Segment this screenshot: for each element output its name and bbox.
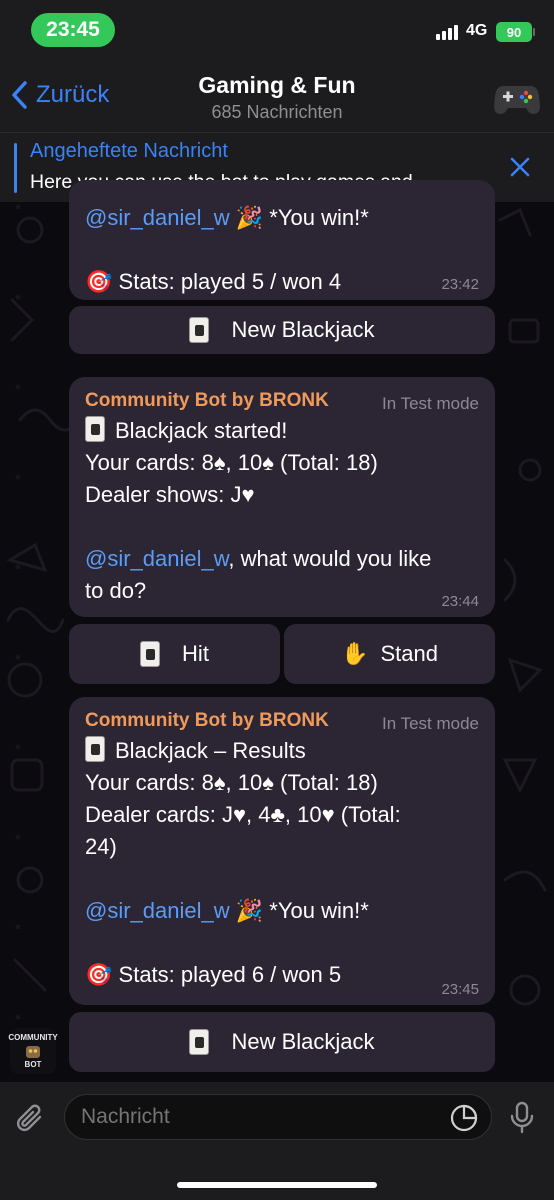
message-time: 23:42 [441,276,479,293]
sender-name[interactable]: Community Bot by BRONK [85,710,329,731]
button-label: New Blackjack [231,1029,375,1054]
playing-card-icon [189,1029,210,1055]
dealer-shows: Dealer shows: J♥ [85,482,255,507]
player-cards: Your cards: 8♠, 10♠ (Total: 18) [85,770,378,795]
dealer-cards-line2: 24) [85,834,117,859]
battery-level: 90 [506,24,522,40]
message-time: 23:44 [441,593,479,610]
gamepad-icon [494,86,540,114]
paperclip-icon[interactable] [14,1102,48,1136]
question-end: to do? [85,578,147,603]
back-chevron-icon [12,81,27,109]
win-text: *You win!* [269,205,369,230]
stats-line: 🎯 Stats: played 6 / won 5 [85,959,479,991]
new-blackjack-button[interactable]: New Blackjack [69,1012,495,1072]
question-line: @sir_daniel_w, what would you like [85,543,479,575]
button-label: Hit [182,641,209,666]
user-mention[interactable]: @sir_daniel_w [85,546,228,571]
win-text: *You win!* [269,898,369,923]
sticker-icon[interactable] [449,1103,479,1133]
playing-card-icon [85,416,105,442]
target-icon: 🎯 [85,269,113,294]
bot-avatar[interactable]: COMMUNITY BOT [8,1028,58,1074]
hand-icon: ✋ [341,641,369,666]
back-button[interactable]: Zurück [10,80,109,110]
status-time: 23:45 [31,13,115,47]
message-bubble[interactable]: @sir_daniel_w 🎉 *You win!* 🎯 Stats: play… [69,180,495,300]
chat-header: Zurück Gaming & Fun 685 Nachrichten [0,62,554,132]
hit-button[interactable]: Hit [69,624,280,684]
pinned-indicator [14,143,17,193]
pinned-title: Angeheftete Nachricht [30,140,228,162]
close-icon[interactable] [508,155,532,179]
home-indicator [177,1182,377,1188]
target-icon: 🎯 [85,962,113,987]
playing-card-icon [140,641,161,667]
chat-title-area[interactable]: Gaming & Fun 685 Nachrichten [127,72,427,123]
win-line: @sir_daniel_w 🎉 *You win!* [85,202,479,234]
button-label: Stand [380,641,438,666]
message-bubble[interactable]: Community Bot by BRONK In Test mode Blac… [69,697,495,1005]
bot-avatar-text-1: COMMUNITY [8,1033,58,1042]
player-cards: Your cards: 8♠, 10♠ (Total: 18) [85,450,378,475]
network-type: 4G [466,22,488,39]
stats-text: Stats: played 5 / won 4 [118,269,342,294]
playing-card-icon [189,317,210,343]
stand-button[interactable]: ✋ Stand [284,624,495,684]
button-label: New Blackjack [231,317,375,342]
message-input[interactable] [64,1094,492,1140]
new-blackjack-button[interactable]: New Blackjack [69,306,495,354]
back-label: Zurück [36,81,110,108]
win-line: @sir_daniel_w 🎉 *You win!* [85,895,479,927]
party-popper-icon: 🎉 [235,205,264,230]
dealer-cards-line1: Dealer cards: J♥, 4♣, 10♥ (Total: [85,802,401,827]
chat-message-count: 685 Nachrichten [211,102,343,122]
cellular-signal-icon [436,25,458,40]
message-title: Blackjack started! [115,418,288,443]
chat-title: Gaming & Fun [198,72,356,98]
user-mention[interactable]: @sir_daniel_w [85,898,230,923]
battery-nub [533,28,535,36]
playing-card-icon [85,736,105,762]
user-mention[interactable]: @sir_daniel_w [85,205,230,230]
party-popper-icon: 🎉 [235,898,264,923]
test-mode-label: In Test mode [381,714,479,733]
chat-avatar[interactable] [494,76,540,122]
message-bubble[interactable]: Community Bot by BRONK In Test mode Blac… [69,377,495,617]
stats-text: Stats: played 6 / won 5 [118,962,342,987]
test-mode-label: In Test mode [381,394,479,413]
message-time: 23:45 [441,981,479,998]
sender-name[interactable]: Community Bot by BRONK [85,390,329,411]
question-text: , what would you like [228,546,432,571]
battery-icon: 90 [496,22,532,42]
message-title: Blackjack – Results [115,738,306,763]
stats-line: 🎯 Stats: played 5 / won 4 [85,266,479,298]
status-bar: 23:45 4G 90 [0,0,554,62]
microphone-icon[interactable] [508,1100,536,1136]
bot-avatar-text-2: BOT [24,1060,42,1069]
robot-icon [26,1046,40,1058]
